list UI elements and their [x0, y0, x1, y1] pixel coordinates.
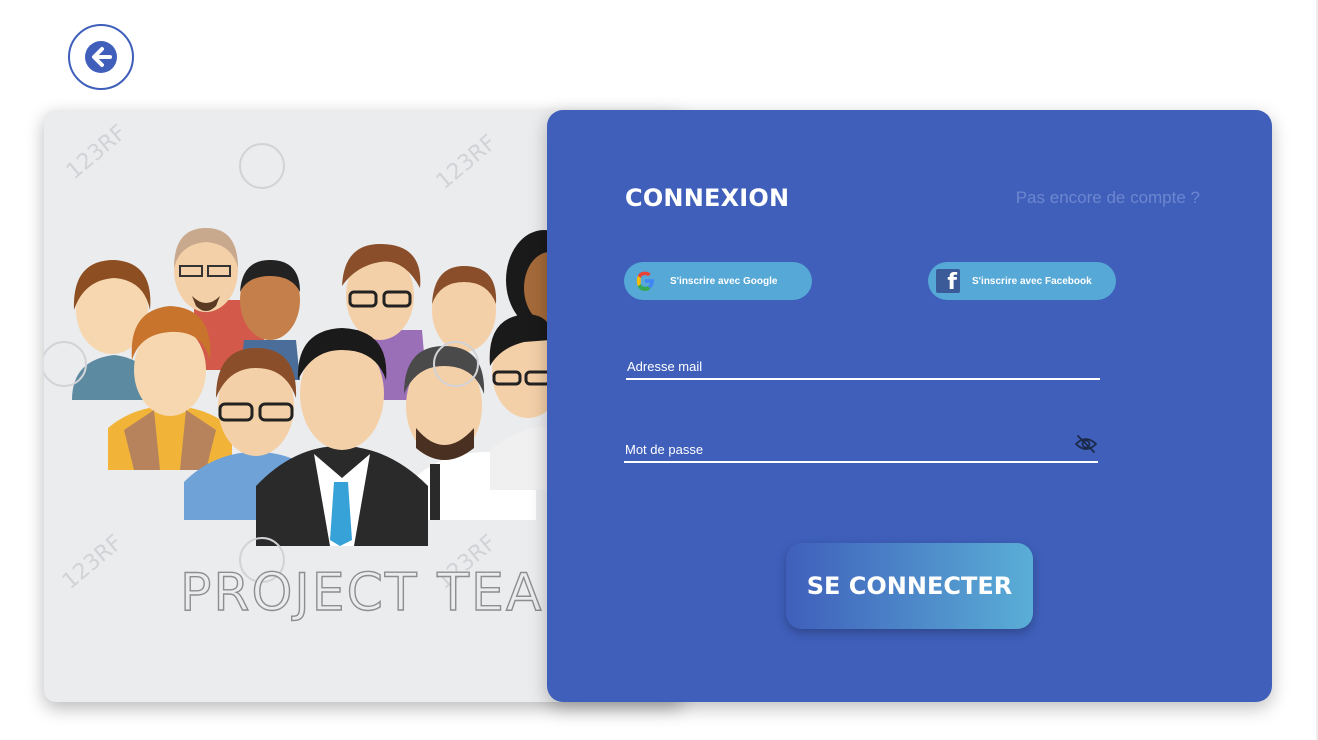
signup-link[interactable]: Pas encore de compte ? [1016, 188, 1200, 208]
email-underline [626, 378, 1100, 380]
illustration-caption: PROJECT TEAM [180, 563, 590, 623]
eye-off-icon[interactable] [1074, 433, 1098, 455]
login-submit-button[interactable]: SE CONNECTER [786, 543, 1033, 629]
email-field-wrapper [626, 358, 1100, 380]
facebook-icon: f [936, 269, 960, 294]
google-signup-button[interactable]: S'inscrire avec Google [624, 262, 812, 300]
login-title: CONNEXION [625, 184, 790, 212]
email-field[interactable] [626, 359, 1100, 378]
person-back-5 [432, 266, 497, 352]
password-field-wrapper [624, 435, 1098, 463]
google-signup-label: S'inscrire avec Google [670, 275, 778, 287]
password-underline [624, 461, 1098, 463]
watermark-text-1: 123RF [62, 120, 132, 184]
google-icon [636, 271, 654, 291]
facebook-signup-label: S'inscrire avec Facebook [972, 275, 1092, 287]
login-page: 123RF 123RF 123RF 123RF PROJECT TEAM CON… [0, 0, 1318, 740]
back-button[interactable] [68, 24, 134, 90]
password-field[interactable] [624, 442, 1098, 461]
arrow-left-icon [85, 41, 117, 73]
watermark-text-2: 123RF [432, 130, 502, 194]
watermark-text-3: 123RF [58, 530, 128, 594]
facebook-signup-button[interactable]: f S'inscrire avec Facebook [928, 262, 1116, 300]
login-card: CONNEXION Pas encore de compte ? S'inscr… [547, 110, 1272, 702]
